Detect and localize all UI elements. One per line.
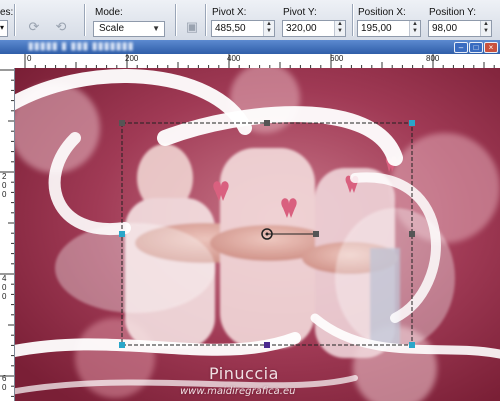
horizontal-ruler[interactable]: 0 200 400 600 800 (7, 54, 500, 69)
pivot-rotation-handle[interactable] (261, 228, 319, 240)
spin-up-icon[interactable]: ▲ (410, 21, 420, 28)
ruler-label: 400 (227, 54, 241, 63)
pivot-x-value: 485,50 (215, 23, 246, 34)
spin-down-icon[interactable]: ▼ (335, 28, 345, 35)
ruler-label: 0 (2, 181, 7, 190)
rotate-cw-icon[interactable]: ⟳ (25, 19, 43, 35)
ruler-label: 2 (2, 172, 7, 181)
spin-down-icon[interactable]: ▼ (481, 28, 491, 35)
ruler-label: 0 (2, 383, 7, 392)
reset-transform-icon[interactable]: ▣ (183, 19, 201, 35)
handle-bottom-middle[interactable] (264, 342, 270, 348)
image-canvas[interactable]: Pinuccia www.maidiregrafica.eu (15, 68, 500, 401)
pivot-y-value: 320,00 (286, 23, 317, 34)
position-x-value: 195,00 (361, 23, 392, 34)
position-y-field[interactable]: 98,00 ▲ ▼ (428, 20, 492, 37)
minimize-button[interactable]: – (454, 42, 468, 53)
pivot-x-label: Pivot X: (212, 7, 247, 18)
image-window-titlebar[interactable]: ▮▮▮▮▮ ▮ ▮▮▮ ▮▮▮▮▮▮▮ (0, 40, 500, 54)
mode-label: Mode: (95, 7, 123, 18)
ruler-ticks (0, 69, 14, 397)
watermark-title: Pinuccia (209, 364, 279, 383)
handle-top-right[interactable] (409, 120, 415, 126)
watermark-url: www.maidiregrafica.eu (180, 386, 296, 397)
spin-up-icon[interactable]: ▲ (264, 21, 274, 28)
spin-down-icon[interactable]: ▼ (410, 28, 420, 35)
separator (352, 4, 353, 36)
spin-down-icon[interactable]: ▼ (264, 28, 274, 35)
maximize-button[interactable]: □ (469, 42, 483, 53)
handle-bottom-left[interactable] (119, 342, 125, 348)
handle-bottom-right[interactable] (409, 342, 415, 348)
partial-dropdown[interactable]: ▾ (0, 20, 8, 37)
handle-middle-right[interactable] (409, 231, 415, 237)
handle-top-left[interactable] (119, 120, 125, 126)
ruler-label: 0 (2, 190, 7, 199)
position-x-label: Position X: (358, 7, 406, 18)
spin-up-icon[interactable]: ▲ (481, 21, 491, 28)
tool-options-bar: es: ▾ ⟳ ⟲ Mode: Scale ▼ ▣ Pivot X: 485,5… (0, 0, 500, 41)
separator (175, 4, 176, 36)
spin-up-icon[interactable]: ▲ (335, 21, 345, 28)
ruler-label: 4 (2, 274, 7, 283)
pivot-y-spinner[interactable]: ▲ ▼ (334, 21, 345, 36)
pivot-y-field[interactable]: 320,00 ▲ ▼ (282, 20, 346, 37)
position-x-spinner[interactable]: ▲ ▼ (409, 21, 420, 36)
ruler-label: 200 (125, 54, 139, 63)
position-x-field[interactable]: 195,00 ▲ ▼ (357, 20, 421, 37)
handle-top-middle[interactable] (264, 120, 270, 126)
ruler-label: 800 (426, 54, 440, 63)
position-y-label: Position Y: (429, 7, 477, 18)
chevron-down-icon: ▼ (152, 24, 160, 33)
blurred-window-title: ▮▮▮▮▮ ▮ ▮▮▮ ▮▮▮▮▮▮▮ (28, 41, 134, 52)
mode-select[interactable]: Scale ▼ (93, 21, 165, 37)
ruler-label: 0 (2, 292, 7, 301)
ruler-label: 6 (2, 374, 7, 383)
ruler-label: 0 (2, 283, 7, 292)
position-y-value: 98,00 (432, 23, 458, 34)
close-button[interactable]: × (484, 42, 498, 53)
ruler-label: 0 (27, 54, 32, 63)
mode-value: Scale (99, 23, 125, 34)
rotate-handle[interactable] (313, 231, 319, 237)
position-y-spinner[interactable]: ▲ ▼ (480, 21, 491, 36)
transform-box[interactable] (15, 68, 500, 401)
rotate-ccw-icon[interactable]: ⟲ (52, 19, 70, 35)
pivot-y-label: Pivot Y: (283, 7, 317, 18)
handle-middle-left[interactable] (119, 231, 125, 237)
ruler-label: 600 (330, 54, 344, 63)
vertical-ruler[interactable]: 2 0 0 4 0 0 6 0 (0, 68, 15, 401)
separator (84, 4, 85, 36)
separator (14, 4, 15, 36)
pivot-x-field[interactable]: 485,50 ▲ ▼ (211, 20, 275, 37)
partial-label: es: (0, 7, 14, 18)
separator (205, 4, 206, 36)
pivot-x-spinner[interactable]: ▲ ▼ (263, 21, 274, 36)
